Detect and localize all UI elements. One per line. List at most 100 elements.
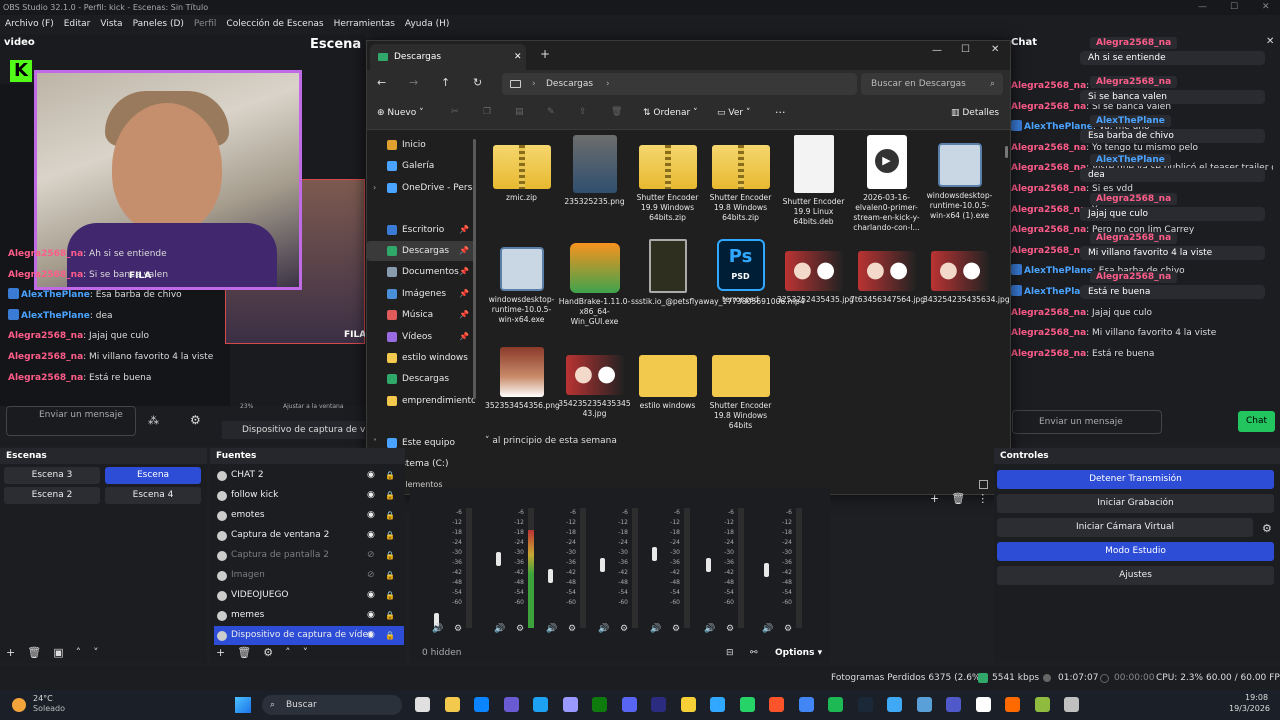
scene-button[interactable]: Escena 3 bbox=[4, 467, 100, 484]
sidebar-item[interactable]: Descargas bbox=[367, 369, 475, 389]
menu-paneles[interactable]: Paneles (D) bbox=[133, 15, 184, 33]
taskbar-app-icon[interactable] bbox=[533, 697, 548, 712]
chat-username[interactable]: Alegra2568_na bbox=[1011, 246, 1086, 256]
file-item[interactable]: 235325235.png bbox=[558, 135, 631, 207]
file-item[interactable]: Ps PSD terror.psd bbox=[704, 239, 777, 305]
volume-fader[interactable] bbox=[706, 557, 711, 572]
file-item[interactable]: 3253252435435.jpg bbox=[777, 239, 854, 305]
file-item[interactable]: 352353454356.png bbox=[485, 343, 560, 411]
menu-herramientas[interactable]: Herramientas bbox=[334, 15, 395, 33]
delete-icon[interactable]: 🗑 bbox=[611, 107, 622, 117]
speaker-icon[interactable]: 🔊 bbox=[704, 624, 715, 634]
source-item[interactable]: emotes ◉ 🔒 bbox=[214, 506, 404, 525]
forward-icon[interactable]: → bbox=[409, 76, 418, 89]
file-item[interactable]: 354235235435345 43.jpg bbox=[558, 343, 631, 419]
eye-icon[interactable]: ◉ bbox=[367, 606, 375, 625]
eye-icon[interactable]: ◉ bbox=[367, 586, 375, 605]
new-button[interactable]: ⊕ Nuevo ˅ bbox=[377, 108, 424, 118]
sidebar-item[interactable]: Galería bbox=[367, 156, 475, 176]
menu-vista[interactable]: Vista bbox=[100, 15, 122, 33]
add-icon[interactable]: + bbox=[6, 646, 15, 659]
chat-username[interactable]: Alegra2568_na bbox=[1011, 102, 1086, 112]
group-header[interactable]: ˅ al principio de esta semana bbox=[485, 436, 617, 446]
volume-fader[interactable] bbox=[600, 557, 605, 572]
source-item[interactable]: memes ◉ 🔒 bbox=[214, 606, 404, 625]
taskbar-search[interactable]: ⌕ Buscar bbox=[262, 695, 402, 715]
clock-time[interactable]: 19:08 bbox=[1245, 693, 1268, 702]
taskbar-app-icon[interactable] bbox=[1005, 697, 1020, 712]
speaker-icon[interactable]: 🔊 bbox=[762, 624, 773, 634]
sidebar-item[interactable]: Documentos 📌 bbox=[367, 262, 475, 282]
weather-temp[interactable]: 24°C bbox=[33, 694, 53, 703]
eye-icon[interactable]: ◉ bbox=[367, 506, 375, 525]
taskbar-app-icon[interactable] bbox=[946, 697, 961, 712]
maximize-icon[interactable]: ☐ bbox=[961, 44, 970, 55]
close-tab-icon[interactable]: ✕ bbox=[514, 44, 522, 70]
sidebar-item[interactable]: Inicio bbox=[367, 135, 475, 155]
chat-username[interactable]: Alegra2568_na bbox=[8, 373, 83, 383]
control-button[interactable]: Ajustes bbox=[997, 566, 1274, 585]
gear-icon[interactable]: ⚙ bbox=[620, 624, 628, 634]
source-selector[interactable]: Dispositivo de captura de v bbox=[222, 421, 365, 439]
up-icon[interactable]: ↑ bbox=[441, 76, 450, 89]
view-button[interactable]: ▭ Ver ˅ bbox=[717, 108, 750, 118]
file-item[interactable]: windowsdesktop-runtime-10.0.5-win-x64.ex… bbox=[485, 239, 558, 325]
up-icon[interactable]: ˄ bbox=[76, 646, 82, 659]
taskbar-app-icon[interactable] bbox=[916, 697, 932, 712]
volume-fader[interactable] bbox=[652, 546, 657, 561]
rename-icon[interactable]: ✎ bbox=[547, 107, 555, 117]
file-item[interactable]: windowsdesktop-runtime-10.0.5-win-x64 (1… bbox=[923, 135, 996, 221]
add-icon[interactable]: + bbox=[930, 492, 939, 505]
down-icon[interactable]: ˅ bbox=[93, 646, 99, 659]
speaker-icon[interactable]: 🔊 bbox=[598, 624, 609, 634]
details-view-icon[interactable] bbox=[979, 480, 988, 489]
sidebar-item[interactable]: Descargas 📌 bbox=[367, 241, 475, 261]
sidebar-item[interactable]: emprendimiento bbox=[367, 391, 475, 411]
chat-username[interactable]: Alegra2568_na bbox=[1011, 81, 1086, 91]
file-item[interactable]: Shutter Encoder 19.9 Windows 64bits.zip bbox=[631, 135, 704, 223]
up-icon[interactable]: ˄ bbox=[285, 646, 291, 659]
taskbar-app-icon[interactable] bbox=[1064, 697, 1079, 712]
chat-username[interactable]: Alegra2568_na bbox=[1011, 308, 1086, 318]
sidebar-item[interactable]: Imágenes 📌 bbox=[367, 284, 475, 304]
sort-button[interactable]: ⇅ Ordenar ˅ bbox=[643, 108, 698, 118]
add-icon[interactable]: + bbox=[216, 646, 225, 659]
back-icon[interactable]: ← bbox=[377, 76, 386, 89]
more-icon[interactable]: ··· bbox=[775, 106, 786, 119]
control-button[interactable]: Detener Transmisión bbox=[997, 470, 1274, 489]
gear-icon[interactable]: ⚙ bbox=[672, 624, 680, 634]
minimize-icon[interactable]: — bbox=[932, 45, 942, 56]
lock-icon[interactable]: 🔒 bbox=[385, 606, 395, 625]
taskbar-app-icon[interactable] bbox=[621, 697, 637, 712]
lock-icon[interactable]: 🔒 bbox=[385, 486, 395, 505]
taskbar-app-icon[interactable] bbox=[680, 697, 696, 712]
link-icon[interactable]: ⚯ bbox=[750, 648, 758, 658]
menu-coleccion[interactable]: Colección de Escenas bbox=[226, 15, 323, 33]
eye-icon[interactable]: ◉ bbox=[367, 466, 375, 485]
scene-button[interactable]: Escena bbox=[105, 467, 201, 484]
scene-button[interactable]: Escena 4 bbox=[105, 487, 201, 504]
chat-username[interactable]: Alegra2568_na bbox=[1011, 184, 1086, 194]
chat-username[interactable]: Alegra2568_na bbox=[8, 270, 83, 280]
source-item[interactable]: follow kick ◉ 🔒 bbox=[214, 486, 404, 505]
taskbar-app-icon[interactable] bbox=[1034, 697, 1050, 712]
chat-username[interactable]: Alegra2568_na bbox=[1011, 225, 1086, 235]
eye-icon[interactable]: ◉ bbox=[367, 626, 375, 645]
volume-fader[interactable] bbox=[764, 563, 769, 577]
explorer-tab[interactable]: Descargas ✕ bbox=[370, 44, 526, 70]
taskbar-app-icon[interactable] bbox=[769, 697, 784, 712]
source-item[interactable]: VIDEOJUEGO ◉ 🔒 bbox=[214, 586, 404, 605]
delete-icon[interactable]: 🗑 bbox=[27, 646, 41, 659]
file-item[interactable]: HandBrake-1.11.0-x86_64-Win_GUI.exe bbox=[558, 239, 631, 327]
menu-archivo[interactable]: Archivo (F) bbox=[5, 15, 54, 33]
taskbar-app-icon[interactable] bbox=[474, 697, 489, 712]
weather-desc[interactable]: Soleado bbox=[33, 704, 65, 713]
menu-perfil[interactable]: Perfil bbox=[194, 15, 217, 33]
file-item[interactable]: Shutter Encoder 19.8 Windows 64bits bbox=[704, 343, 777, 431]
paste-icon[interactable]: ▤ bbox=[515, 107, 524, 117]
source-item[interactable]: Captura de pantalla 2 ⊘ 🔒 bbox=[214, 546, 404, 565]
close-icon[interactable]: ✕ bbox=[1262, 0, 1270, 15]
details-button[interactable]: ▥ Detalles bbox=[951, 108, 999, 118]
close-icon[interactable]: ✕ bbox=[991, 44, 999, 55]
file-item[interactable]: zmic.zip bbox=[485, 135, 558, 203]
